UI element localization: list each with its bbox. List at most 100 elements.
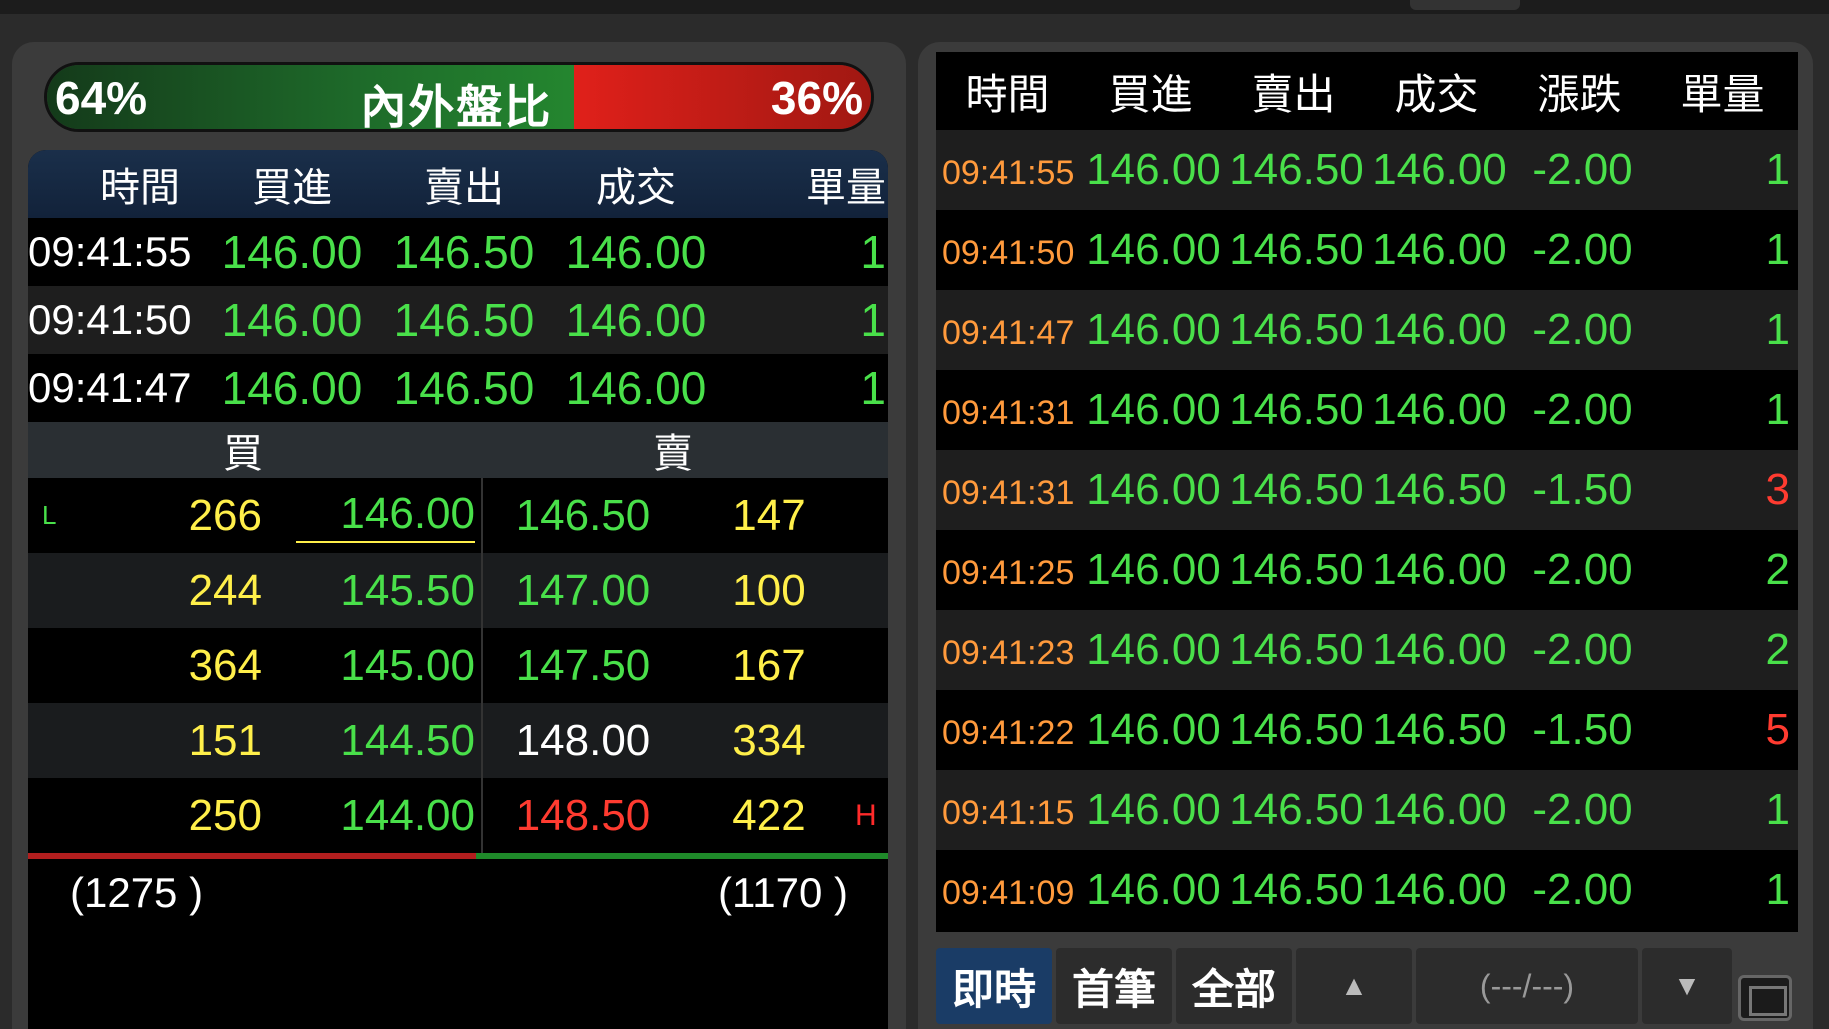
trade-bid: 146.00 — [1086, 625, 1221, 674]
inner-outer-ratio-bar: 64% 內外盤比 36% — [44, 62, 874, 132]
page-up-button[interactable]: ▲ — [1296, 948, 1412, 1024]
header-ask: 賣出 — [1251, 70, 1336, 118]
bid-price: 144.00 — [266, 778, 483, 853]
bid-volume: 266 — [188, 490, 262, 540]
trade-time: 09:41:22 — [942, 713, 1075, 752]
trade-price: 146.50 — [1372, 465, 1507, 514]
trade-time: 09:41:55 — [28, 228, 192, 275]
trade-change: -2.00 — [1532, 305, 1633, 354]
ask-price: 148.50 — [515, 790, 651, 840]
ask-volume: 334 — [732, 715, 806, 765]
trade-ask: 146.50 — [1229, 625, 1364, 674]
trade-qty: 5 — [1765, 705, 1790, 754]
trade-detail-row[interactable]: 09:41:22 146.00 146.50 146.50 -1.50 5 — [936, 690, 1798, 770]
trade-detail-row[interactable]: 09:41:09 146.00 146.50 146.00 -2.00 1 — [936, 850, 1798, 930]
trade-bid: 146.00 — [1086, 785, 1221, 834]
trade-change: -2.00 — [1532, 625, 1633, 674]
left-trade-header: 時間 買進 賣出 成交 單量 — [28, 150, 888, 218]
sell-volume-bar — [476, 853, 888, 859]
bid-price-cell: 146.00 — [266, 478, 483, 553]
trade-ask: 146.50 — [1229, 465, 1364, 514]
order-book-row: 151 144.50 148.00 334 — [28, 703, 888, 778]
order-book-row: L 266 146.00 146.50 147 — [28, 478, 888, 553]
all-records-button[interactable]: 全部 — [1176, 948, 1292, 1024]
realtime-button[interactable]: 即時 — [936, 948, 1052, 1024]
trade-bid: 146.00 — [1086, 465, 1221, 514]
trade-qty: 1 — [1765, 145, 1790, 194]
trade-price: 146.50 — [1372, 705, 1507, 754]
trade-qty: 3 — [1765, 465, 1790, 514]
trade-time: 09:41:23 — [942, 633, 1075, 672]
header-price: 成交 — [596, 166, 676, 210]
window-icon[interactable] — [1738, 975, 1792, 1021]
buy-sell-volume-bar — [28, 853, 888, 859]
sell-total: (1170 ) — [718, 869, 848, 916]
ratio-title: 內外盤比 — [360, 81, 553, 132]
trade-ask: 146.50 — [1229, 225, 1364, 274]
trade-price: 146.00 — [1372, 865, 1507, 914]
trade-change: -2.00 — [1532, 785, 1633, 834]
top-bar — [0, 0, 1829, 14]
order-book-totals: (1275 ) (1170 ) — [28, 859, 888, 917]
trade-price: 146.00 — [565, 294, 707, 346]
left-trade-row: 09:41:55 146.00 146.50 146.00 1 — [28, 218, 888, 286]
trade-price: 146.00 — [1372, 225, 1507, 274]
order-book-row: 250 144.00 148.50 422 H — [28, 778, 888, 853]
trade-detail-row[interactable]: 09:41:47 146.00 146.50 146.00 -2.00 1 — [936, 290, 1798, 370]
trade-qty: 1 — [1765, 305, 1790, 354]
trade-qty: 1 — [860, 362, 886, 414]
bid-volume: 364 — [188, 640, 262, 690]
trade-price: 146.00 — [1372, 305, 1507, 354]
trade-detail-row[interactable]: 09:41:31 146.00 146.50 146.00 -2.00 1 — [936, 370, 1798, 450]
trade-bid: 146.00 — [1086, 305, 1221, 354]
trade-change: -2.00 — [1532, 145, 1633, 194]
ask-price: 147.00 — [515, 565, 651, 615]
trade-list-toolbar: 即時 首筆 全部 ▲ (---/---) ▼ — [936, 942, 1798, 1029]
bid-volume: 151 — [188, 715, 262, 765]
trade-detail-row[interactable]: 09:41:25 146.00 146.50 146.00 -2.00 2 — [936, 530, 1798, 610]
ask-volume: 422 — [732, 790, 806, 840]
trade-change: -2.00 — [1532, 225, 1633, 274]
trade-ask: 146.50 — [1229, 865, 1364, 914]
trade-bid: 146.00 — [1086, 705, 1221, 754]
trade-bid: 146.00 — [1086, 385, 1221, 434]
order-book-row: 244 145.50 147.00 100 — [28, 553, 888, 628]
page-down-button[interactable]: ▼ — [1642, 948, 1732, 1024]
trade-change: -2.00 — [1532, 865, 1633, 914]
trade-time: 09:41:47 — [942, 313, 1075, 352]
trade-price: 146.00 — [1372, 625, 1507, 674]
inner-ratio-percent: 36% — [770, 72, 863, 124]
order-book: L 266 146.00 146.50 147 244 145.50 147.0… — [28, 478, 888, 853]
trade-time: 09:41:31 — [942, 473, 1075, 512]
trade-time: 09:41:50 — [28, 296, 192, 343]
trade-bid: 146.00 — [1086, 865, 1221, 914]
left-quote-panel: 時間 買進 賣出 成交 單量 09:41:55 146.00 146.50 14… — [28, 150, 888, 1029]
left-trade-row: 09:41:47 146.00 146.50 146.00 1 — [28, 354, 888, 422]
trade-ask: 146.50 — [1229, 705, 1364, 754]
trade-detail-row[interactable]: 09:41:15 146.00 146.50 146.00 -2.00 1 — [936, 770, 1798, 850]
header-change: 漲跌 — [1537, 70, 1622, 118]
trade-detail-row[interactable]: 09:41:55 146.00 146.50 146.00 -2.00 1 — [936, 130, 1798, 210]
trade-price: 146.00 — [1372, 145, 1507, 194]
trade-ask: 146.50 — [1229, 785, 1364, 834]
trade-detail-row[interactable]: 09:41:50 146.00 146.50 146.00 -2.00 1 — [936, 210, 1798, 290]
first-record-button[interactable]: 首筆 — [1056, 948, 1172, 1024]
trade-ask: 146.50 — [1229, 305, 1364, 354]
trade-change: -2.00 — [1532, 545, 1633, 594]
trade-price: 146.00 — [1372, 385, 1507, 434]
bid-price: 144.50 — [266, 703, 483, 778]
trade-qty: 1 — [1765, 385, 1790, 434]
sell-label: 賣 — [653, 432, 693, 476]
buy-volume-bar — [28, 853, 476, 859]
order-book-header: 買 賣 — [28, 422, 888, 478]
trade-detail-row[interactable]: 09:41:31 146.00 146.50 146.50 -1.50 3 — [936, 450, 1798, 530]
trade-change: -1.50 — [1532, 705, 1633, 754]
trade-time: 09:41:09 — [942, 873, 1075, 912]
trade-detail-row[interactable]: 09:41:23 146.00 146.50 146.00 -2.00 2 — [936, 610, 1798, 690]
top-tab[interactable] — [1410, 0, 1520, 10]
order-book-row: 364 145.00 147.50 167 — [28, 628, 888, 703]
trade-price: 146.00 — [1372, 785, 1507, 834]
trade-change: -1.50 — [1532, 465, 1633, 514]
buy-total: (1275 ) — [70, 869, 204, 916]
trade-price: 146.00 — [565, 226, 707, 278]
